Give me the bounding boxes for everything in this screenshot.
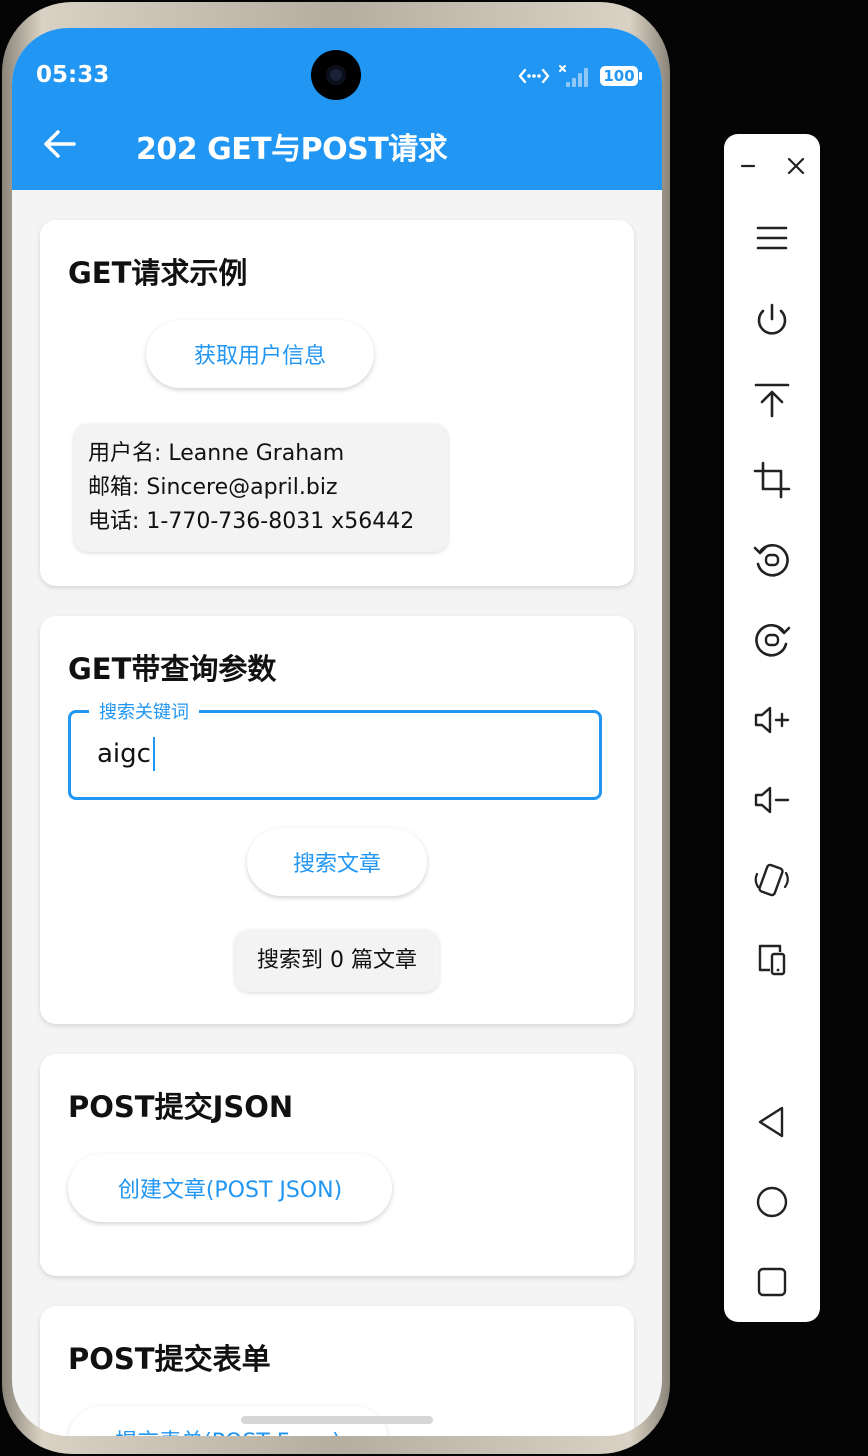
power-icon[interactable] [752, 300, 792, 340]
rotate-right-icon[interactable] [752, 620, 792, 660]
get-query-card: GET带查询参数 搜索关键词 aigc 搜索文章 搜索到 0 篇文章 [40, 616, 634, 1024]
card-title: POST提交JSON [68, 1090, 294, 1124]
page-title: 202 GET与POST请求 [136, 132, 448, 167]
emulator-toolbar [724, 134, 820, 1322]
user-name-text: 用户名: Leanne Graham [88, 441, 345, 466]
rotate-left-icon[interactable] [752, 540, 792, 580]
close-icon[interactable] [784, 154, 808, 178]
volume-up-icon[interactable] [752, 700, 792, 740]
recent-square-icon[interactable] [752, 1262, 792, 1302]
volume-down-icon[interactable] [752, 780, 792, 820]
no-signal-icon [559, 65, 588, 87]
search-field-label: 搜索关键词 [89, 698, 199, 724]
card-title: POST提交表单 [68, 1342, 271, 1376]
nfc-icon [518, 68, 550, 84]
phone-screen: 05:33 100 202 GET与POST请求 GET请求示例 获取用户信息 [12, 28, 662, 1436]
status-icons: 100 [518, 64, 642, 88]
upload-icon[interactable] [752, 380, 792, 420]
shake-icon[interactable] [752, 860, 792, 900]
card-title: GET请求示例 [68, 256, 248, 290]
back-triangle-icon[interactable] [752, 1102, 792, 1142]
status-time: 05:33 [36, 62, 110, 88]
search-field-value[interactable]: aigc [97, 739, 151, 769]
camera-icon [311, 50, 361, 100]
battery-icon: 100 [600, 66, 642, 86]
app-bar: 05:33 100 202 GET与POST请求 [12, 28, 662, 190]
user-phone-text: 电话: 1-770-736-8031 x56442 [88, 509, 415, 534]
fetch-user-button[interactable]: 获取用户信息 [146, 320, 374, 388]
get-request-card: GET请求示例 获取用户信息 用户名: Leanne Graham 邮箱: Si… [40, 220, 634, 586]
text-cursor [153, 737, 155, 771]
search-result-badge: 搜索到 0 篇文章 [235, 930, 439, 992]
search-keyword-input[interactable]: 搜索关键词 aigc [68, 698, 602, 800]
home-circle-icon[interactable] [752, 1182, 792, 1222]
create-article-button[interactable]: 创建文章(POST JSON) [68, 1154, 392, 1222]
device-icon[interactable] [752, 940, 792, 980]
user-email-text: 邮箱: Sincere@april.biz [88, 475, 338, 500]
home-indicator[interactable] [241, 1416, 433, 1424]
arrow-left-icon[interactable] [42, 126, 78, 162]
menu-icon[interactable] [752, 218, 792, 258]
minimize-icon[interactable] [736, 154, 760, 178]
post-json-card: POST提交JSON 创建文章(POST JSON) [40, 1054, 634, 1276]
search-articles-button[interactable]: 搜索文章 [247, 828, 427, 896]
crop-icon[interactable] [752, 460, 792, 500]
user-info-box: 用户名: Leanne Graham 邮箱: Sincere@april.biz… [74, 424, 448, 552]
card-title: GET带查询参数 [68, 652, 277, 686]
